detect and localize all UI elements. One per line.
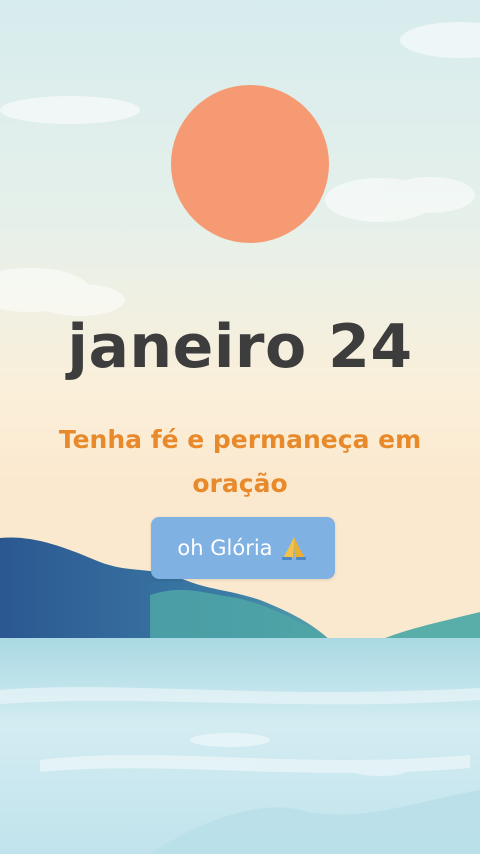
date-title: janeiro 24 <box>67 312 413 382</box>
button-label: oh Glória <box>177 536 273 560</box>
oh-gloria-button[interactable]: oh Glória <box>151 517 335 579</box>
sun <box>171 85 329 243</box>
praying-hands-icon <box>281 537 306 560</box>
wallpaper-scene: janeiro 24 Tenha fé e permaneça em oraçã… <box>0 0 480 854</box>
message-subtitle: Tenha fé e permaneça em oração <box>58 425 422 498</box>
